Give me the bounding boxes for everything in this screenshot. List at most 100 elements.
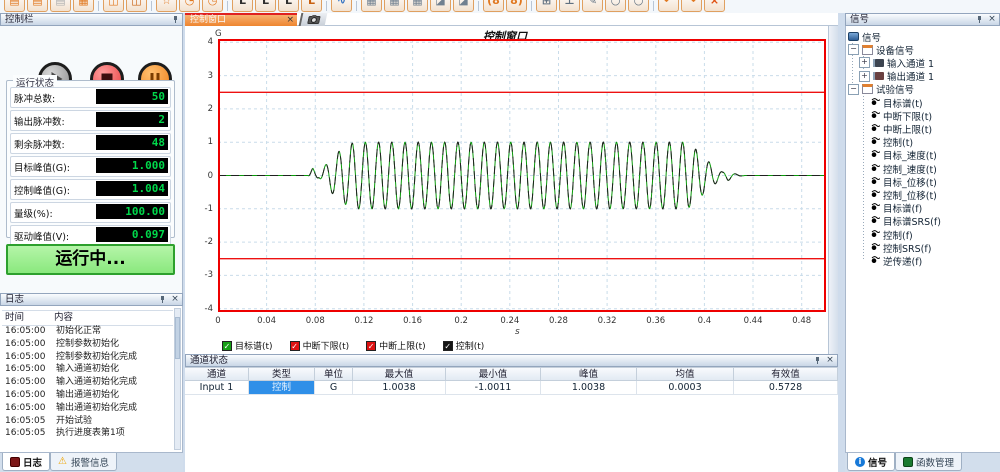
y-tick-label: 1	[185, 137, 213, 147]
file-disabled-icon[interactable]: ▤	[50, 0, 71, 12]
zoom-in-icon[interactable]: ○	[605, 0, 626, 12]
y-tick-label: 4	[185, 37, 213, 47]
tree-node[interactable]: +输入通道 1	[859, 56, 934, 69]
log-message: 控制参数初始化	[51, 338, 119, 351]
tab-报警信息[interactable]: ⚠报警信息	[50, 453, 117, 471]
pin-icon[interactable]	[157, 295, 167, 305]
legend-checkbox[interactable]: ✓	[366, 341, 376, 351]
tree-node-label: 目标谱(f)	[883, 201, 922, 215]
tree-node[interactable]: −设备信号	[848, 43, 914, 56]
tree-node[interactable]: 控制(t)	[859, 136, 913, 149]
x-tick-label: 0.08	[298, 316, 332, 326]
log-y-axis-icon[interactable]: L	[255, 0, 276, 12]
running-status-indicator: 运行中...	[6, 244, 175, 275]
legend-checkbox[interactable]: ✓	[290, 341, 300, 351]
undo-icon[interactable]: ↶	[658, 0, 679, 12]
pin-icon[interactable]	[170, 15, 180, 25]
tree-node[interactable]: 控制_速度(t)	[859, 162, 937, 175]
document-tabbar: 控制窗口 ×	[185, 13, 838, 26]
column-header: 最大值	[353, 367, 446, 381]
tree-node[interactable]: 目标谱SRS(f)	[859, 215, 941, 228]
tree-node[interactable]: 目标谱(f)	[859, 202, 922, 215]
chart-edit-icon[interactable]: ◪	[453, 0, 474, 12]
log-message: 输入通道初始化	[51, 363, 119, 376]
tab-close-icon[interactable]: ×	[286, 15, 294, 25]
collapse-icon[interactable]: −	[848, 44, 859, 55]
table-row[interactable]: Input 1控制G1.0038-1.00111.00380.00030.572…	[185, 381, 838, 395]
tab-日志[interactable]: 日志	[2, 453, 50, 471]
expand-icon[interactable]: +	[859, 71, 870, 82]
close-icon[interactable]: ×	[825, 356, 835, 366]
legend-checkbox[interactable]: ✓	[222, 341, 232, 351]
chart-scrollbar[interactable]	[828, 26, 838, 354]
table-view-icon[interactable]: ▦	[361, 0, 382, 12]
tree-node[interactable]: 目标_速度(t)	[859, 149, 937, 162]
tree-node[interactable]: 中断下限(t)	[859, 109, 932, 122]
y-tick-label: 0	[185, 171, 213, 181]
chart-view-icon[interactable]: ◪	[430, 0, 451, 12]
signal-wave-icon	[871, 97, 880, 109]
tab-control-window[interactable]: 控制窗口 ×	[185, 13, 297, 26]
redo-icon[interactable]: ↷	[681, 0, 702, 12]
signal-tabbar: i信号函数管理	[845, 452, 1000, 472]
tree-node-label: 试验信号	[876, 82, 914, 96]
link-icon[interactable]: (8	[483, 0, 504, 12]
x-axis-unit: s	[515, 327, 520, 337]
table-cell: G	[315, 381, 353, 395]
tree-node[interactable]: 目标谱(t)	[859, 96, 923, 109]
log-xy-axis-icon[interactable]: L	[278, 0, 299, 12]
window-layout-icon[interactable]: ⊞	[536, 0, 557, 12]
axis-icon[interactable]: ⊥	[559, 0, 580, 12]
gauge-icon[interactable]: ◔	[179, 0, 200, 12]
wave-file-icon[interactable]: ∿	[331, 0, 352, 12]
favorite-icon[interactable]: ☆	[156, 0, 177, 12]
legend-checkbox[interactable]: ✓	[443, 341, 453, 351]
log-scrollbar[interactable]	[174, 308, 181, 450]
close-icon[interactable]: ×	[170, 295, 180, 305]
log-x-axis-icon[interactable]: L	[232, 0, 253, 12]
clock-icon[interactable]: ◷	[202, 0, 223, 12]
log-row: 16:05:00初始化正常	[2, 325, 173, 338]
collapse-icon[interactable]: −	[848, 84, 859, 95]
table-split-icon[interactable]: ▦	[384, 0, 405, 12]
x-tick-label: 0.28	[541, 316, 575, 326]
snapshot-tab[interactable]	[299, 13, 328, 26]
log-message: 输出通道初始化	[51, 389, 119, 402]
status-field-label: 驱动峰值(V):	[14, 229, 69, 243]
pin-icon[interactable]	[812, 356, 822, 366]
delete-icon[interactable]: ×	[704, 0, 725, 12]
open-file-icon[interactable]: ▤	[27, 0, 48, 12]
tree-node[interactable]: 控制(f)	[859, 228, 913, 241]
tree-node[interactable]: 信号	[848, 30, 881, 43]
zoom-out-icon[interactable]: ○	[628, 0, 649, 12]
expand-icon[interactable]: +	[859, 57, 870, 68]
tree-node[interactable]: − 试验信号	[848, 83, 914, 96]
x-tick-label: 0.24	[493, 316, 527, 326]
tab-函数管理[interactable]: 函数管理	[895, 453, 962, 471]
table-grid-icon[interactable]: ▦	[407, 0, 428, 12]
log-message: 开始试验	[51, 415, 92, 428]
plot-area[interactable]	[218, 39, 826, 312]
cursor-hand-icon[interactable]: L	[301, 0, 322, 12]
tree-node[interactable]: 控制_位移(t)	[859, 188, 937, 201]
tree-node[interactable]: 控制SRS(f)	[859, 241, 931, 254]
legend-item: ✓目标谱(t)	[222, 339, 273, 352]
close-icon[interactable]: ×	[987, 15, 997, 25]
unlink-icon[interactable]: 8)	[506, 0, 527, 12]
save-all-icon[interactable]: ◫	[126, 0, 147, 12]
new-file-icon[interactable]: ▤	[4, 0, 25, 12]
edit-icon[interactable]: ✎	[582, 0, 603, 12]
log-message: 输出通道初始化完成	[51, 402, 137, 415]
save-icon[interactable]: ◫	[103, 0, 124, 12]
tree-node[interactable]: 目标_位移(t)	[859, 175, 937, 188]
log-row: 16:05:05执行进度表第1项	[2, 427, 173, 440]
file-add-icon[interactable]: ▦	[73, 0, 94, 12]
tree-node[interactable]: 逆传递(f)	[859, 254, 922, 267]
tree-node[interactable]: +输出通道 1	[859, 70, 934, 83]
right-splitter[interactable]	[838, 13, 845, 472]
tree-node[interactable]: 中断上限(t)	[859, 122, 932, 135]
pin-icon[interactable]	[974, 15, 984, 25]
control-panel: 运行状态 脉冲总数:50输出脉冲数:2剩余脉冲数:48目标峰值(G):1.000…	[0, 26, 183, 293]
app-window: ▤▤▤▦◫◫☆◔◷LLLL∿▦▦▦◪◪(88)⊞⊥✎○○↶↷× 控制栏 运行状态…	[0, 0, 1000, 472]
tab-信号[interactable]: i信号	[847, 453, 895, 471]
